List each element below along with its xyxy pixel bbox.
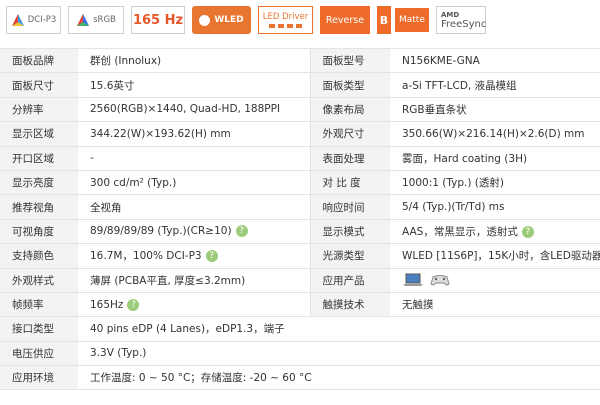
spec-label: 电压供应 bbox=[0, 340, 78, 367]
app-product-icons bbox=[390, 267, 600, 293]
spec-label: 接口类型 bbox=[0, 316, 78, 342]
spec-value: 350.66(W)×216.14(H)×2.6(D) mm bbox=[390, 121, 600, 147]
spec-label: 推荐视角 bbox=[0, 194, 78, 220]
table-row: 帧频率 165Hz? 触摸技术 无触摸 bbox=[0, 291, 600, 318]
badge-led-driver: LED Driver bbox=[258, 6, 313, 34]
color-gamut-icon bbox=[11, 14, 24, 26]
spec-label: 像素布局 bbox=[309, 96, 390, 123]
spec-label: 显示模式 bbox=[309, 218, 390, 245]
gamepad-icon bbox=[430, 275, 450, 286]
spec-label: 外观尺寸 bbox=[309, 121, 390, 147]
spec-value: 40 pins eDP (4 Lanes)，eDP1.3，端子 bbox=[78, 316, 600, 342]
spec-value: WLED [11S6P]，15K小时，含LED驱动器 bbox=[390, 243, 600, 269]
spec-value: - bbox=[78, 145, 310, 171]
badge-matte-label: Matte bbox=[395, 8, 429, 32]
spec-value: a-Si TFT-LCD, 液晶模组 bbox=[390, 72, 600, 98]
spec-value: N156KME-GNA bbox=[390, 47, 600, 74]
spec-label: 外观样式 bbox=[0, 267, 78, 293]
spec-value: 165Hz bbox=[90, 298, 124, 311]
spec-value: 344.22(W)×193.62(H) mm bbox=[78, 121, 310, 147]
help-icon[interactable]: ? bbox=[127, 298, 140, 311]
table-row: 开口区域 - 表面处理 雾面，Hard coating (3H) bbox=[0, 145, 600, 171]
color-gamut-icon bbox=[77, 14, 90, 26]
table-row: 显示区域 344.22(W)×193.62(H) mm 外观尺寸 350.66(… bbox=[0, 121, 600, 147]
help-icon[interactable]: ? bbox=[205, 250, 218, 263]
freesync-label: FreeSync bbox=[441, 18, 487, 30]
spec-label: 光源类型 bbox=[309, 243, 390, 269]
bulb-icon bbox=[199, 14, 211, 26]
spec-value: 300 cd/m² (Typ.) bbox=[78, 169, 310, 196]
spec-value: 5/4 (Typ.)(Tr/Td) ms bbox=[390, 194, 600, 220]
spec-label: 帧频率 bbox=[0, 291, 78, 318]
spec-label: 面板品牌 bbox=[0, 47, 78, 74]
spec-value: 89/89/89/89 (Typ.)(CR≥10) bbox=[90, 225, 232, 238]
spec-label: 面板型号 bbox=[309, 47, 390, 74]
spec-label: 触摸技术 bbox=[309, 291, 390, 318]
table-row: 外观样式 薄屏 (PCBA平直, 厚度≤3.2mm) 应用产品 bbox=[0, 267, 600, 293]
help-icon[interactable]: ? bbox=[235, 225, 248, 238]
spec-label: 显示区域 bbox=[0, 121, 78, 147]
spec-value: 15.6英寸 bbox=[78, 72, 310, 98]
table-row: 接口类型 40 pins eDP (4 Lanes)，eDP1.3，端子 bbox=[0, 316, 600, 342]
badge-dci-p3-label: DCI-P3 bbox=[27, 15, 57, 25]
spec-label: 可视角度 bbox=[0, 218, 78, 245]
badge-reverse: Reverse bbox=[320, 6, 370, 34]
spec-value: 工作温度: 0 ~ 50 °C；存储温度: -20 ~ 60 °C bbox=[78, 365, 600, 391]
spec-label: 面板尺寸 bbox=[0, 72, 78, 98]
table-row: 面板品牌 群创 (Innolux) 面板型号 N156KME-GNA bbox=[0, 47, 600, 74]
table-row: 面板尺寸 15.6英寸 面板类型 a-Si TFT-LCD, 液晶模组 bbox=[0, 72, 600, 98]
feature-badge-bar: DCI-P3 sRGB 165 Hz WLED LED Driver Rever… bbox=[0, 0, 600, 40]
spec-value: AAS，常黑显示，透射式 bbox=[402, 225, 518, 238]
badge-dci-p3: DCI-P3 bbox=[6, 6, 61, 34]
spec-label: 支持颜色 bbox=[0, 243, 78, 269]
spec-value: 2560(RGB)×1440, Quad-HD, 188PPI bbox=[78, 96, 310, 123]
spec-label: 应用产品 bbox=[309, 267, 390, 293]
spec-value: 16.7M，100% DCI-P3 bbox=[90, 250, 202, 263]
table-row: 分辨率 2560(RGB)×1440, Quad-HD, 188PPI 像素布局… bbox=[0, 96, 600, 123]
led-strip-icon bbox=[269, 24, 302, 28]
spec-label: 面板类型 bbox=[309, 72, 390, 98]
badge-refresh-rate: 165 Hz bbox=[131, 6, 185, 34]
table-row: 推荐视角 全视角 响应时间 5/4 (Typ.)(Tr/Td) ms bbox=[0, 194, 600, 220]
table-row: 应用环境 工作温度: 0 ~ 50 °C；存储温度: -20 ~ 60 °C bbox=[0, 365, 600, 391]
badge-wled-label: WLED bbox=[214, 15, 244, 25]
spec-value: 1000:1 (Typ.) (透射) bbox=[390, 169, 600, 196]
spec-value: 无触摸 bbox=[390, 291, 600, 318]
table-row: 显示亮度 300 cd/m² (Typ.) 对 比 度 1000:1 (Typ.… bbox=[0, 169, 600, 196]
spec-label: 应用环境 bbox=[0, 365, 78, 391]
spec-label: 表面处理 bbox=[309, 145, 390, 171]
spec-value: RGB垂直条状 bbox=[390, 96, 600, 123]
table-row: 电压供应 3.3V (Typ.) bbox=[0, 340, 600, 367]
badge-matte-b: B bbox=[377, 6, 391, 34]
spec-value: 薄屏 (PCBA平直, 厚度≤3.2mm) bbox=[78, 267, 310, 293]
help-icon[interactable]: ? bbox=[521, 225, 534, 238]
spec-value-cell: 89/89/89/89 (Typ.)(CR≥10)? bbox=[78, 218, 310, 245]
badge-srgb-label: sRGB bbox=[93, 15, 116, 25]
spec-label: 对 比 度 bbox=[309, 169, 390, 196]
spec-value-cell: AAS，常黑显示，透射式? bbox=[390, 218, 600, 245]
badge-srgb: sRGB bbox=[68, 6, 124, 34]
table-row: 支持颜色 16.7M，100% DCI-P3? 光源类型 WLED [11S6P… bbox=[0, 243, 600, 269]
table-row: 可视角度 89/89/89/89 (Typ.)(CR≥10)? 显示模式 AAS… bbox=[0, 218, 600, 245]
spec-value-cell: 16.7M，100% DCI-P3? bbox=[78, 243, 310, 269]
spec-value-cell: 165Hz? bbox=[78, 291, 310, 318]
badge-amd-freesync: AMD FreeSync bbox=[436, 6, 486, 34]
spec-label: 显示亮度 bbox=[0, 169, 78, 196]
spec-label: 分辨率 bbox=[0, 96, 78, 123]
spec-label: 开口区域 bbox=[0, 145, 78, 171]
spec-label: 响应时间 bbox=[309, 194, 390, 220]
badge-led-driver-label: LED Driver bbox=[262, 12, 309, 22]
spec-value: 3.3V (Typ.) bbox=[78, 340, 600, 367]
spec-table: 面板品牌 群创 (Innolux) 面板型号 N156KME-GNA 面板尺寸 … bbox=[0, 47, 600, 391]
amd-logo: AMD bbox=[441, 10, 460, 19]
badge-wled: WLED bbox=[192, 6, 251, 34]
laptop-icon bbox=[403, 273, 423, 287]
badge-matte: B Matte bbox=[377, 6, 429, 34]
spec-value: 雾面，Hard coating (3H) bbox=[390, 145, 600, 171]
spec-value: 群创 (Innolux) bbox=[78, 47, 310, 74]
spec-value: 全视角 bbox=[78, 194, 310, 220]
